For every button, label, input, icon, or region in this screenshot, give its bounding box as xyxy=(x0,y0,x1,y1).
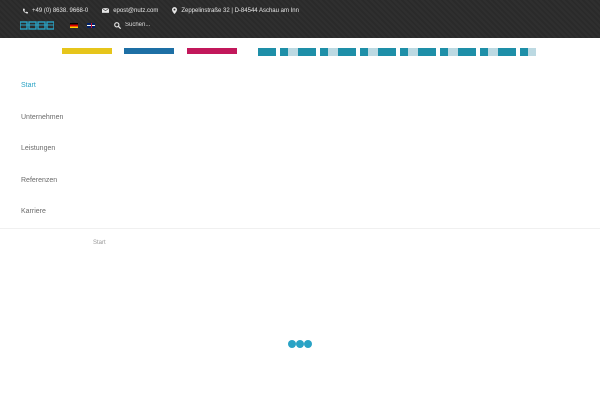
search-icon[interactable] xyxy=(114,21,121,29)
brand-logo-icon xyxy=(20,21,54,30)
nav-item-karriere[interactable]: Karriere xyxy=(0,200,600,232)
loading-indicator xyxy=(288,340,312,348)
top-bar: +49 (0) 8638. 9668-0 epost@nutz.com Zepp… xyxy=(0,0,600,38)
address-text: Zeppelinstraße 32 | D-84544 Aschau am In… xyxy=(181,7,299,14)
nav-item-start[interactable]: Start xyxy=(0,74,600,106)
search-input[interactable] xyxy=(125,22,195,28)
phone-info[interactable]: +49 (0) 8638. 9668-0 xyxy=(22,8,88,14)
email-address: epost@nutz.com xyxy=(113,7,159,14)
breadcrumb[interactable]: Start xyxy=(93,240,106,246)
flag-en-icon[interactable] xyxy=(87,22,95,28)
loader-dot xyxy=(296,340,304,348)
brand-logo-yellow[interactable] xyxy=(62,48,112,54)
location-icon xyxy=(172,7,178,14)
nav-item-leistungen[interactable]: Leistungen xyxy=(0,137,600,169)
loader-dot xyxy=(288,340,296,348)
nav-item-referenzen[interactable]: Referenzen xyxy=(0,169,600,201)
phone-icon xyxy=(22,8,28,13)
flag-de-icon[interactable] xyxy=(70,22,78,28)
main-nav: Start Unternehmen Leistungen Referenzen … xyxy=(0,74,600,232)
mail-icon xyxy=(102,8,110,13)
content-divider xyxy=(0,228,600,229)
brand-logo-strip xyxy=(62,48,542,58)
loader-dot xyxy=(304,340,312,348)
brand-logo-main[interactable] xyxy=(258,48,536,56)
brand-logo-blue[interactable] xyxy=(124,48,174,54)
brand-logo-magenta[interactable] xyxy=(187,48,237,54)
logo-small[interactable] xyxy=(20,20,54,30)
phone-number: +49 (0) 8638. 9668-0 xyxy=(32,7,89,14)
email-info[interactable]: epost@nutz.com xyxy=(102,8,158,14)
utility-row xyxy=(20,19,195,31)
nav-item-unternehmen[interactable]: Unternehmen xyxy=(0,106,600,138)
search-box[interactable] xyxy=(114,21,195,29)
contact-row: +49 (0) 8638. 9668-0 epost@nutz.com Zepp… xyxy=(22,6,313,15)
address-info: Zeppelinstraße 32 | D-84544 Aschau am In… xyxy=(172,7,299,14)
